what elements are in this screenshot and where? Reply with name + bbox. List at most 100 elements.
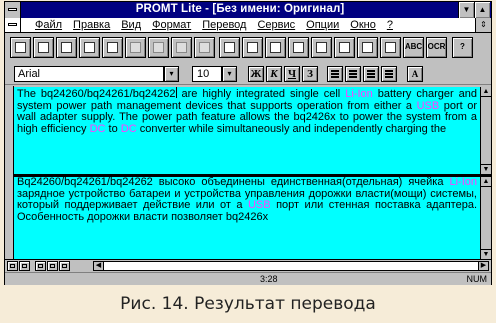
bold-button[interactable]: Ж	[248, 66, 264, 82]
toolbar-button[interactable]	[380, 37, 401, 58]
alert-indicator-icon	[385, 42, 396, 53]
align-center-button[interactable]	[345, 66, 361, 82]
new-document-icon	[15, 42, 26, 53]
highlighted-term: USB	[247, 199, 271, 212]
text-run: Bq24260/bq24261/bq24262 высоко объединен…	[17, 177, 450, 188]
toolbar-button[interactable]	[357, 37, 378, 58]
view-and-scroll-row: ◀ ▶	[5, 259, 491, 271]
highlighted-term: Li-Ion	[345, 88, 373, 100]
toolbar-button[interactable]	[33, 37, 54, 58]
search-document-icon	[339, 42, 350, 53]
view-translation-icon	[362, 42, 373, 53]
menu-item[interactable]: Сервис	[257, 19, 295, 31]
toolbar-button[interactable]	[125, 37, 146, 58]
underline-button[interactable]: Ч	[284, 66, 300, 82]
split-horizontal-icon	[224, 42, 235, 53]
view-target-icon	[50, 264, 55, 268]
toolbar-button[interactable]	[242, 37, 263, 58]
toolbar-button[interactable]	[102, 37, 123, 58]
document-system-menu-button[interactable]	[5, 18, 21, 32]
align-left-button[interactable]	[327, 66, 343, 82]
scroll-up-arrow-icon[interactable]: ▲	[481, 87, 491, 97]
text-run: converter while simultaneously and indep…	[136, 123, 447, 136]
highlighted-term: DC	[89, 123, 106, 136]
menu-item[interactable]: Окно	[350, 19, 376, 31]
document-restore-button[interactable]: ⇕	[475, 18, 491, 32]
paste-document-icon	[293, 42, 304, 53]
dictionary-book-icon	[84, 42, 95, 53]
menu-item[interactable]: Перевод	[202, 19, 246, 31]
view-vertical-button[interactable]	[19, 261, 30, 271]
highlighted-term: DC	[120, 123, 137, 136]
maximize-button[interactable]: ▲	[474, 2, 490, 18]
cancel-translation-icon	[316, 42, 327, 53]
menu-bar: Файл Правка Вид Формат Перевод Сервис Опции Окн…	[5, 18, 491, 33]
align-right-button[interactable]	[363, 66, 379, 82]
strike-button[interactable]: З	[302, 66, 318, 82]
toolbar-label: ABC	[404, 42, 423, 51]
toolbar-button[interactable]	[265, 37, 286, 58]
save-disk-icon	[61, 42, 72, 53]
system-menu-button[interactable]	[5, 2, 21, 18]
menu-item[interactable]: ?	[387, 19, 393, 31]
split-vertical-icon	[247, 42, 258, 53]
horizontal-scrollbar[interactable]: ◀ ▶	[93, 261, 489, 271]
translation-vertical-scrollbar[interactable]: ▲ ▼	[480, 177, 491, 259]
scroll-right-arrow-icon[interactable]: ▶	[478, 262, 488, 270]
toolbar-button[interactable]	[79, 37, 100, 58]
source-vertical-scrollbar[interactable]: ▲ ▼	[480, 87, 491, 174]
scroll-down-arrow-icon[interactable]: ▼	[481, 164, 491, 174]
text-run: The bq24260/bq24261/bq24262	[17, 88, 176, 100]
align-justify-button[interactable]	[381, 66, 397, 82]
scroll-down-arrow-icon[interactable]: ▼	[481, 249, 491, 259]
font-dropdown-button[interactable]: ▾	[164, 66, 179, 82]
toolbar-button[interactable]	[56, 37, 77, 58]
toolbar-button[interactable]	[288, 37, 309, 58]
toolbar-button[interactable]: ?	[452, 37, 473, 58]
menu-item[interactable]: Правка	[73, 19, 110, 31]
toolbar-button[interactable]: ABC	[403, 37, 424, 58]
text-run: to	[105, 123, 121, 136]
toolbar-button[interactable]	[171, 37, 192, 58]
font-size-select[interactable]: 10	[192, 66, 222, 82]
format-toolbar: Arial ▾ 10 ▾ Ж К Ч З A	[5, 63, 491, 85]
title-bar[interactable]: PROMT Lite - [Без имени: Оригинал] ▼ ▲	[5, 2, 491, 18]
toolbar-button[interactable]	[219, 37, 240, 58]
view-split-button[interactable]	[59, 261, 70, 271]
italic-button[interactable]: К	[266, 66, 282, 82]
toolbar-button[interactable]: OCR	[426, 37, 447, 58]
text-run: are highly integrated single cell	[176, 88, 346, 100]
toolbar-button[interactable]	[334, 37, 355, 58]
font-dialog-button[interactable]: A	[407, 66, 423, 82]
view-horizontal-icon	[10, 264, 15, 268]
scroll-up-arrow-icon[interactable]: ▲	[481, 177, 491, 187]
window-title: PROMT Lite - [Без имени: Оригинал]	[135, 3, 345, 15]
view-target-button[interactable]	[47, 261, 58, 271]
translation-text-pane[interactable]: Bq24260/bq24261/bq24262 высоко объединен…	[14, 177, 480, 259]
translate-page-icon	[176, 42, 187, 53]
toolbar-button[interactable]	[148, 37, 169, 58]
view-source-icon	[38, 264, 43, 268]
source-text-pane[interactable]: The bq24260/bq24261/bq24262 are highly i…	[14, 87, 480, 174]
view-source-button[interactable]	[35, 261, 46, 271]
status-num-lock: NUM	[466, 274, 488, 284]
view-split-icon	[62, 264, 67, 268]
menu-item[interactable]: Опции	[306, 19, 339, 31]
main-toolbar: ABC OCR?	[5, 34, 491, 62]
toolbar-button[interactable]	[10, 37, 31, 58]
scroll-left-arrow-icon[interactable]: ◀	[94, 262, 104, 270]
align-left-icon	[331, 70, 339, 72]
system-menu-icon	[8, 8, 17, 11]
menu-item[interactable]: Формат	[152, 19, 191, 31]
size-dropdown-button[interactable]: ▾	[222, 66, 237, 82]
menu-item[interactable]: Вид	[121, 19, 141, 31]
toolbar-button[interactable]	[194, 37, 215, 58]
menu-item[interactable]: Файл	[35, 19, 62, 31]
view-horizontal-button[interactable]	[7, 261, 18, 271]
view-vertical-icon	[22, 264, 27, 268]
font-name-select[interactable]: Arial	[14, 66, 164, 82]
highlighted-term: Li-Ion	[449, 177, 477, 188]
open-folder-icon	[38, 42, 49, 53]
toolbar-button[interactable]	[311, 37, 332, 58]
minimize-button[interactable]: ▼	[458, 2, 474, 18]
